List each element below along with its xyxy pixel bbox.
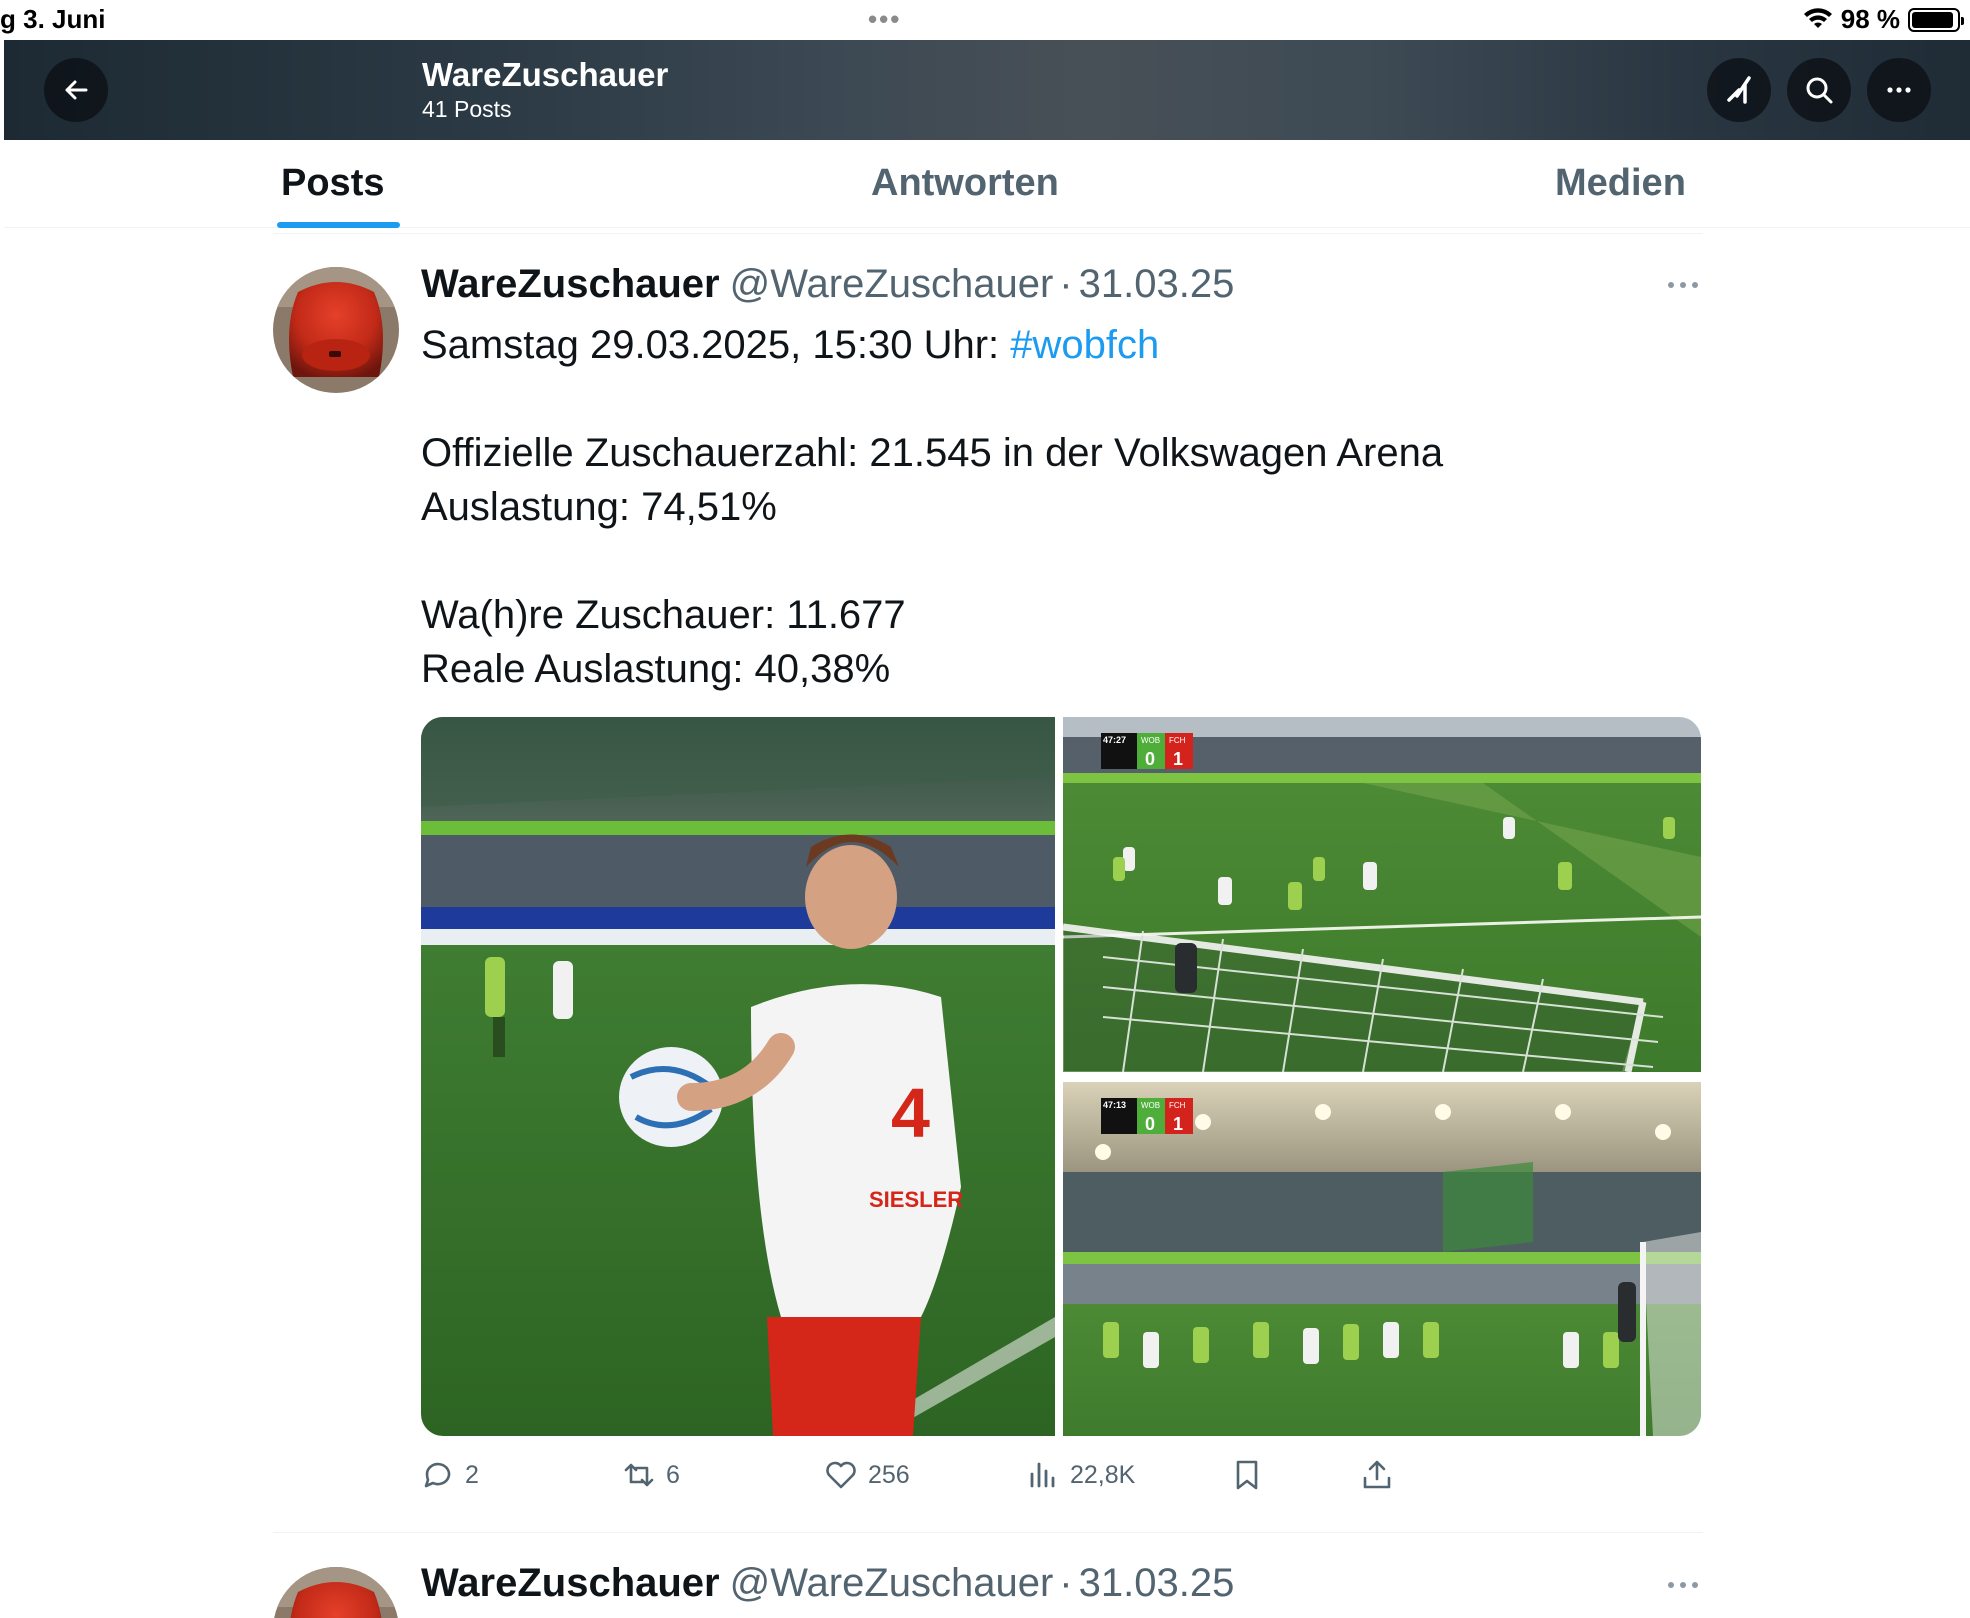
- match-clock: 47:27: [1103, 735, 1126, 745]
- header-title: WareZuschauer: [422, 56, 669, 93]
- avatar-image: [273, 267, 399, 393]
- status-right: 98 %: [1803, 4, 1964, 35]
- avatar-image: [273, 1567, 399, 1618]
- author-name[interactable]: WareZuschauer: [421, 262, 720, 307]
- status-bar: g 3. Juni ••• 98 %: [0, 0, 1970, 40]
- grok-icon: [1727, 76, 1751, 104]
- search-icon: [1806, 77, 1833, 104]
- more-button[interactable]: [1867, 58, 1931, 122]
- back-button[interactable]: [44, 58, 108, 122]
- author-name[interactable]: WareZuschauer: [421, 1561, 720, 1606]
- tweet-header: WareZuschauer @WareZuschauer · 31.03.25: [421, 262, 1234, 307]
- header-post-count: 41 Posts: [422, 96, 512, 122]
- home-team: WOB: [1141, 1101, 1160, 1110]
- tweet-line-1: Samstag 29.03.2025, 15:30 Uhr: #wobfch: [421, 318, 1443, 372]
- home-score: 0: [1145, 1114, 1155, 1134]
- tweet-divider: [273, 1532, 1703, 1533]
- wifi-icon: [1803, 7, 1832, 28]
- feed-divider: [273, 233, 1703, 234]
- header-separator: ·: [1059, 1561, 1073, 1605]
- tweet-line-2: Offizielle Zuschauerzahl: 21.545 in der …: [421, 431, 1444, 475]
- tweet-line-1-text: Samstag 29.03.2025, 15:30 Uhr:: [421, 323, 1011, 367]
- repost-count: 6: [666, 1460, 680, 1489]
- arrow-left-icon: [65, 80, 88, 100]
- views-button[interactable]: 22,8K: [1026, 1458, 1135, 1492]
- media-image-goal-top[interactable]: 47:27 WOB FCH 0 1: [1063, 717, 1701, 1072]
- author-handle[interactable]: @WareZuschauer: [730, 262, 1054, 307]
- home-team: WOB: [1141, 736, 1160, 745]
- profile-header: WareZuschauer 41 Posts: [4, 40, 1970, 140]
- jersey-number: 4: [891, 1074, 930, 1152]
- tweet-more-icon[interactable]: [1666, 1580, 1700, 1590]
- tweet-line-4: Wa(h)re Zuschauer: 11.677: [421, 593, 906, 637]
- repost-icon: [624, 1463, 654, 1487]
- repost-button[interactable]: 6: [622, 1458, 680, 1492]
- away-team: FCH: [1169, 1101, 1186, 1110]
- avatar[interactable]: [273, 267, 399, 393]
- share-button[interactable]: [1360, 1458, 1394, 1492]
- search-button[interactable]: [1787, 58, 1851, 122]
- tab-replies[interactable]: Antworten: [871, 162, 1059, 205]
- bookmark-icon: [1236, 1460, 1258, 1490]
- tab-posts[interactable]: Posts: [281, 162, 384, 205]
- bookmark-button[interactable]: [1230, 1458, 1264, 1492]
- hashtag-link[interactable]: #wobfch: [1010, 323, 1159, 367]
- home-score: 0: [1145, 749, 1155, 769]
- reply-icon: [424, 1462, 451, 1488]
- reply-count: 2: [465, 1460, 479, 1489]
- scoreboard: 47:13 WOB FCH 0 1: [1101, 1098, 1193, 1134]
- views-count: 22,8K: [1070, 1460, 1136, 1489]
- media-image-player[interactable]: 4 SIESLER: [421, 717, 1055, 1436]
- profile-tabs: Posts Antworten Medien: [4, 140, 1970, 228]
- tab-media[interactable]: Medien: [1555, 162, 1686, 205]
- battery-icon: [1908, 7, 1964, 32]
- battery-percent: 98 %: [1840, 4, 1900, 34]
- jersey-name: SIESLER: [869, 1187, 963, 1212]
- tweet-line-5: Reale Auslastung: 40,38%: [421, 647, 891, 691]
- grok-button[interactable]: [1707, 58, 1771, 122]
- tweet-header: WareZuschauer @WareZuschauer · 31.03.25: [421, 1561, 1234, 1606]
- tweet-text: Samstag 29.03.2025, 15:30 Uhr: #wobfch O…: [421, 318, 1443, 696]
- multitasking-dots-icon[interactable]: •••: [868, 4, 901, 35]
- active-tab-indicator: [277, 222, 400, 228]
- share-icon: [1363, 1460, 1391, 1489]
- header-separator: ·: [1059, 262, 1073, 306]
- avatar[interactable]: [273, 1567, 399, 1618]
- scoreboard: 47:27 WOB FCH 0 1: [1101, 733, 1193, 769]
- tweet-media-grid: 4 SIESLER 47:27 WOB FCH 0 1 47:13 WOB FC…: [421, 717, 1701, 1436]
- reply-button[interactable]: 2: [421, 1458, 479, 1492]
- status-date: g 3. Juni: [0, 4, 106, 34]
- tweet-line-3: Auslastung: 74,51%: [421, 485, 777, 529]
- away-score: 1: [1173, 749, 1183, 769]
- tweet-more-icon[interactable]: [1666, 280, 1700, 290]
- match-clock: 47:13: [1103, 1100, 1126, 1110]
- away-team: FCH: [1169, 736, 1186, 745]
- heart-icon: [826, 1461, 856, 1489]
- tweet-date[interactable]: 31.03.25: [1079, 262, 1235, 307]
- analytics-icon: [1030, 1462, 1055, 1488]
- tweet-actions: 2 6 256 22,8K: [0, 1458, 1970, 1502]
- like-button[interactable]: 256: [824, 1458, 910, 1492]
- author-handle[interactable]: @WareZuschauer: [730, 1561, 1054, 1606]
- media-image-goal-bottom[interactable]: 47:13 WOB FCH 0 1: [1063, 1082, 1701, 1436]
- more-horizontal-icon: [1887, 87, 1911, 93]
- away-score: 1: [1173, 1114, 1183, 1134]
- tweet-date[interactable]: 31.03.25: [1079, 1561, 1235, 1606]
- like-count: 256: [868, 1460, 910, 1489]
